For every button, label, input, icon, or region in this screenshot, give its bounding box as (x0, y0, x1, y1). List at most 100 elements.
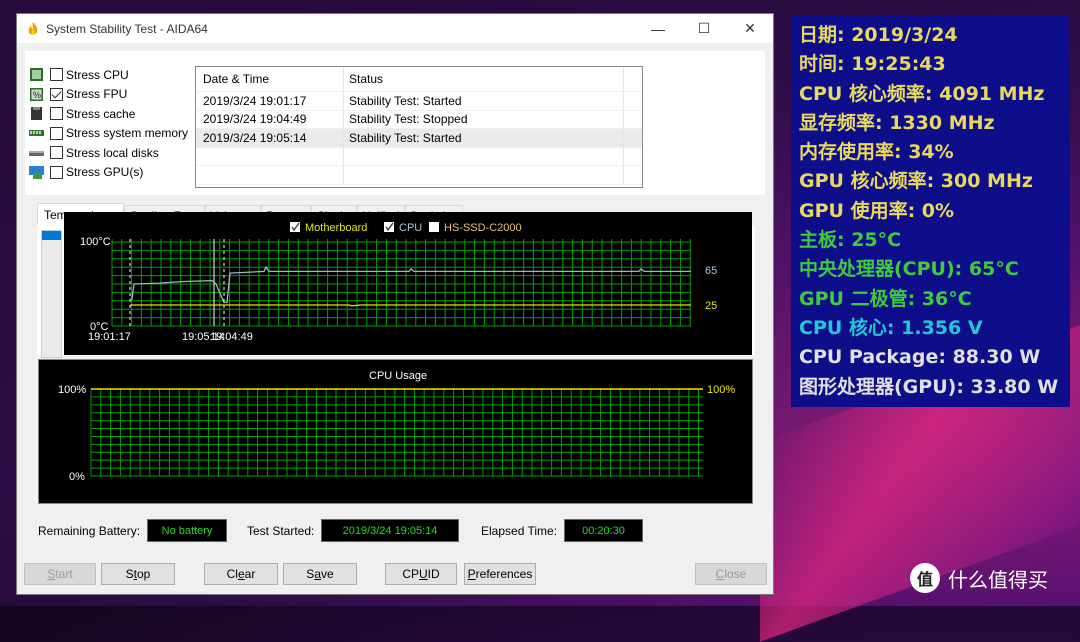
hardware-monitor-osd: 日期: 2019/3/24 时间: 19:25:43 CPU 核心频率: 4091 … (791, 15, 1070, 407)
log-row[interactable]: 2019/3/24 19:04:49 Stability Test: Stopp… (196, 110, 642, 129)
usage-chart-title: CPU Usage (369, 370, 427, 382)
osd-line: GPU 二极管: 36°C (799, 287, 972, 310)
elapsed-time-value: 00:20:30 (564, 519, 643, 542)
log-datetime: 2019/3/24 19:05:14 (196, 129, 344, 147)
usage-y-min-label: 0% (69, 471, 85, 483)
legend-label: Motherboard (305, 222, 367, 234)
watermark-text: 什么值得买 (948, 567, 1048, 592)
stress-option-label: Stress cache (66, 106, 136, 121)
battery-value: No battery (147, 519, 227, 542)
stress-option-label: Stress GPU(s) (66, 165, 144, 180)
y-axis-max-label: 100°C (80, 236, 111, 248)
osd-line: 日期: 2019/3/24 (799, 24, 958, 46)
clear-label: ar (244, 567, 256, 581)
log-status-empty (344, 147, 624, 165)
osd-line: GPU 使用率: 0% (799, 199, 955, 222)
osd-line: CPU 核心: 1.356 V (799, 316, 983, 339)
smzdm-watermark: 值 什么值得买 (910, 563, 1048, 593)
stress-option[interactable]: Stress cache (29, 104, 188, 124)
title-bar[interactable]: System Stability Test - AIDA64 — ☐ ✕ (17, 14, 773, 43)
osd-line: CPU 核心频率: 4091 MHz (799, 82, 1045, 105)
log-datetime: 2019/3/24 19:04:49 (196, 110, 344, 128)
stress-option[interactable]: Stress CPU (29, 65, 188, 85)
osd-line: CPU Package: 88.30 W (799, 346, 1041, 369)
usage-y-max-label: 100% (58, 384, 86, 396)
stress-checkbox[interactable] (50, 146, 63, 160)
stress-option[interactable]: Stress local disks (29, 143, 188, 163)
cpu-chip-icon (30, 68, 43, 82)
x-axis-label-start: 19:01:17 (88, 331, 131, 343)
log-datetime: 2019/3/24 19:01:17 (196, 92, 344, 110)
sensor-list[interactable] (41, 230, 62, 358)
stress-option-label: Stress local disks (66, 145, 159, 160)
osd-line: 显存频率: 1330 MHz (799, 111, 995, 134)
log-row[interactable]: 2019/3/24 19:01:17 Stability Test: Start… (196, 92, 642, 111)
log-row[interactable] (196, 147, 642, 166)
test-started-value: 2019/3/24 19:05:14 (321, 519, 459, 542)
log-datetime-empty (196, 166, 344, 184)
close-mnemonic: C (715, 567, 725, 581)
stop-label: op (137, 567, 151, 581)
x-axis-label-stop: 19:04:49 (210, 331, 253, 343)
close-button[interactable]: Close (695, 563, 767, 585)
legend-label: CPU (399, 222, 422, 234)
stress-option[interactable]: Stress GPU(s) (29, 163, 188, 183)
minimize-button[interactable]: — (635, 14, 681, 43)
preferences-button[interactable]: Preferences (464, 563, 536, 585)
stress-checkbox[interactable] (50, 68, 63, 82)
start-label: tart (55, 567, 73, 581)
save-label: ve (321, 567, 334, 581)
osd-line: GPU 核心频率: 300 MHz (799, 170, 1033, 193)
cpuid-label-pre: CP (402, 567, 419, 581)
motherboard-current-value: 25 (705, 300, 717, 312)
button-row: Start St op Cl e ar Sa ve CP U ID Preferences … (17, 563, 773, 587)
start-mnemonic: S (47, 567, 56, 581)
stability-test-window: System Stability Test - AIDA64 — ☐ ✕ Str… (16, 13, 774, 595)
save-label-pre: S (306, 567, 315, 581)
battery-label: Remaining Battery: (38, 524, 141, 538)
close-label: lose (724, 567, 747, 581)
log-row[interactable] (196, 166, 642, 185)
column-header-datetime[interactable]: Date & Time (196, 67, 344, 91)
log-datetime-empty (196, 147, 344, 165)
stress-option[interactable]: % Stress FPU (29, 85, 188, 105)
maximize-button[interactable]: ☐ (681, 14, 727, 43)
fpu-chip-icon: % (30, 87, 43, 101)
log-status: Stability Test: Started (344, 129, 624, 147)
temperature-chart: Motherboard CPU HS-SSD-C2000 100°C 0°C 19:… (64, 212, 752, 355)
stress-checkbox[interactable] (50, 126, 63, 140)
start-button[interactable]: Start (24, 563, 96, 585)
column-header-status[interactable]: Status (344, 67, 624, 91)
stress-option[interactable]: Stress system memory (29, 124, 188, 144)
cpuid-label: ID (427, 567, 440, 581)
clear-mnemonic: e (237, 567, 245, 581)
elapsed-time-label: Elapsed Time: (481, 524, 558, 538)
preferences-label: references (475, 567, 533, 581)
save-button[interactable]: Sa ve (283, 563, 357, 585)
sensor-list-selected-item[interactable] (42, 231, 61, 240)
clear-button[interactable]: Cl e ar (204, 563, 278, 585)
osd-line: 主板: 25°C (799, 229, 902, 252)
legend-checkbox[interactable] (429, 222, 439, 232)
test-started-label: Test Started: (247, 524, 315, 538)
log-status: Stability Test: Started (344, 92, 624, 110)
stress-checkbox[interactable] (50, 107, 63, 121)
stop-button[interactable]: St op (101, 563, 175, 585)
cpuid-mnemonic: U (419, 567, 428, 581)
cpuid-button[interactable]: CP U ID (385, 563, 457, 585)
memory-icon (29, 129, 44, 136)
log-row[interactable]: 2019/3/24 19:05:14 Stability Test: Start… (196, 129, 642, 148)
aida64-flame-icon (28, 21, 38, 35)
stress-option-label: Stress system memory (66, 126, 189, 141)
log-status: Stability Test: Stopped (344, 110, 624, 128)
close-window-button[interactable]: ✕ (727, 14, 773, 43)
stop-label-pre: S (125, 567, 134, 581)
cpu-usage-chart: CPU Usage 100% 0% 100% (38, 359, 753, 504)
stress-option-label: Stress FPU (66, 87, 128, 102)
log-status-empty (344, 166, 624, 184)
stress-checkbox[interactable] (50, 165, 63, 179)
cache-icon (31, 107, 42, 121)
stress-checkbox[interactable] (50, 87, 63, 101)
osd-line: 图形处理器(GPU): 33.80 W (799, 375, 1059, 398)
window-title: System Stability Test - AIDA64 (46, 21, 208, 36)
